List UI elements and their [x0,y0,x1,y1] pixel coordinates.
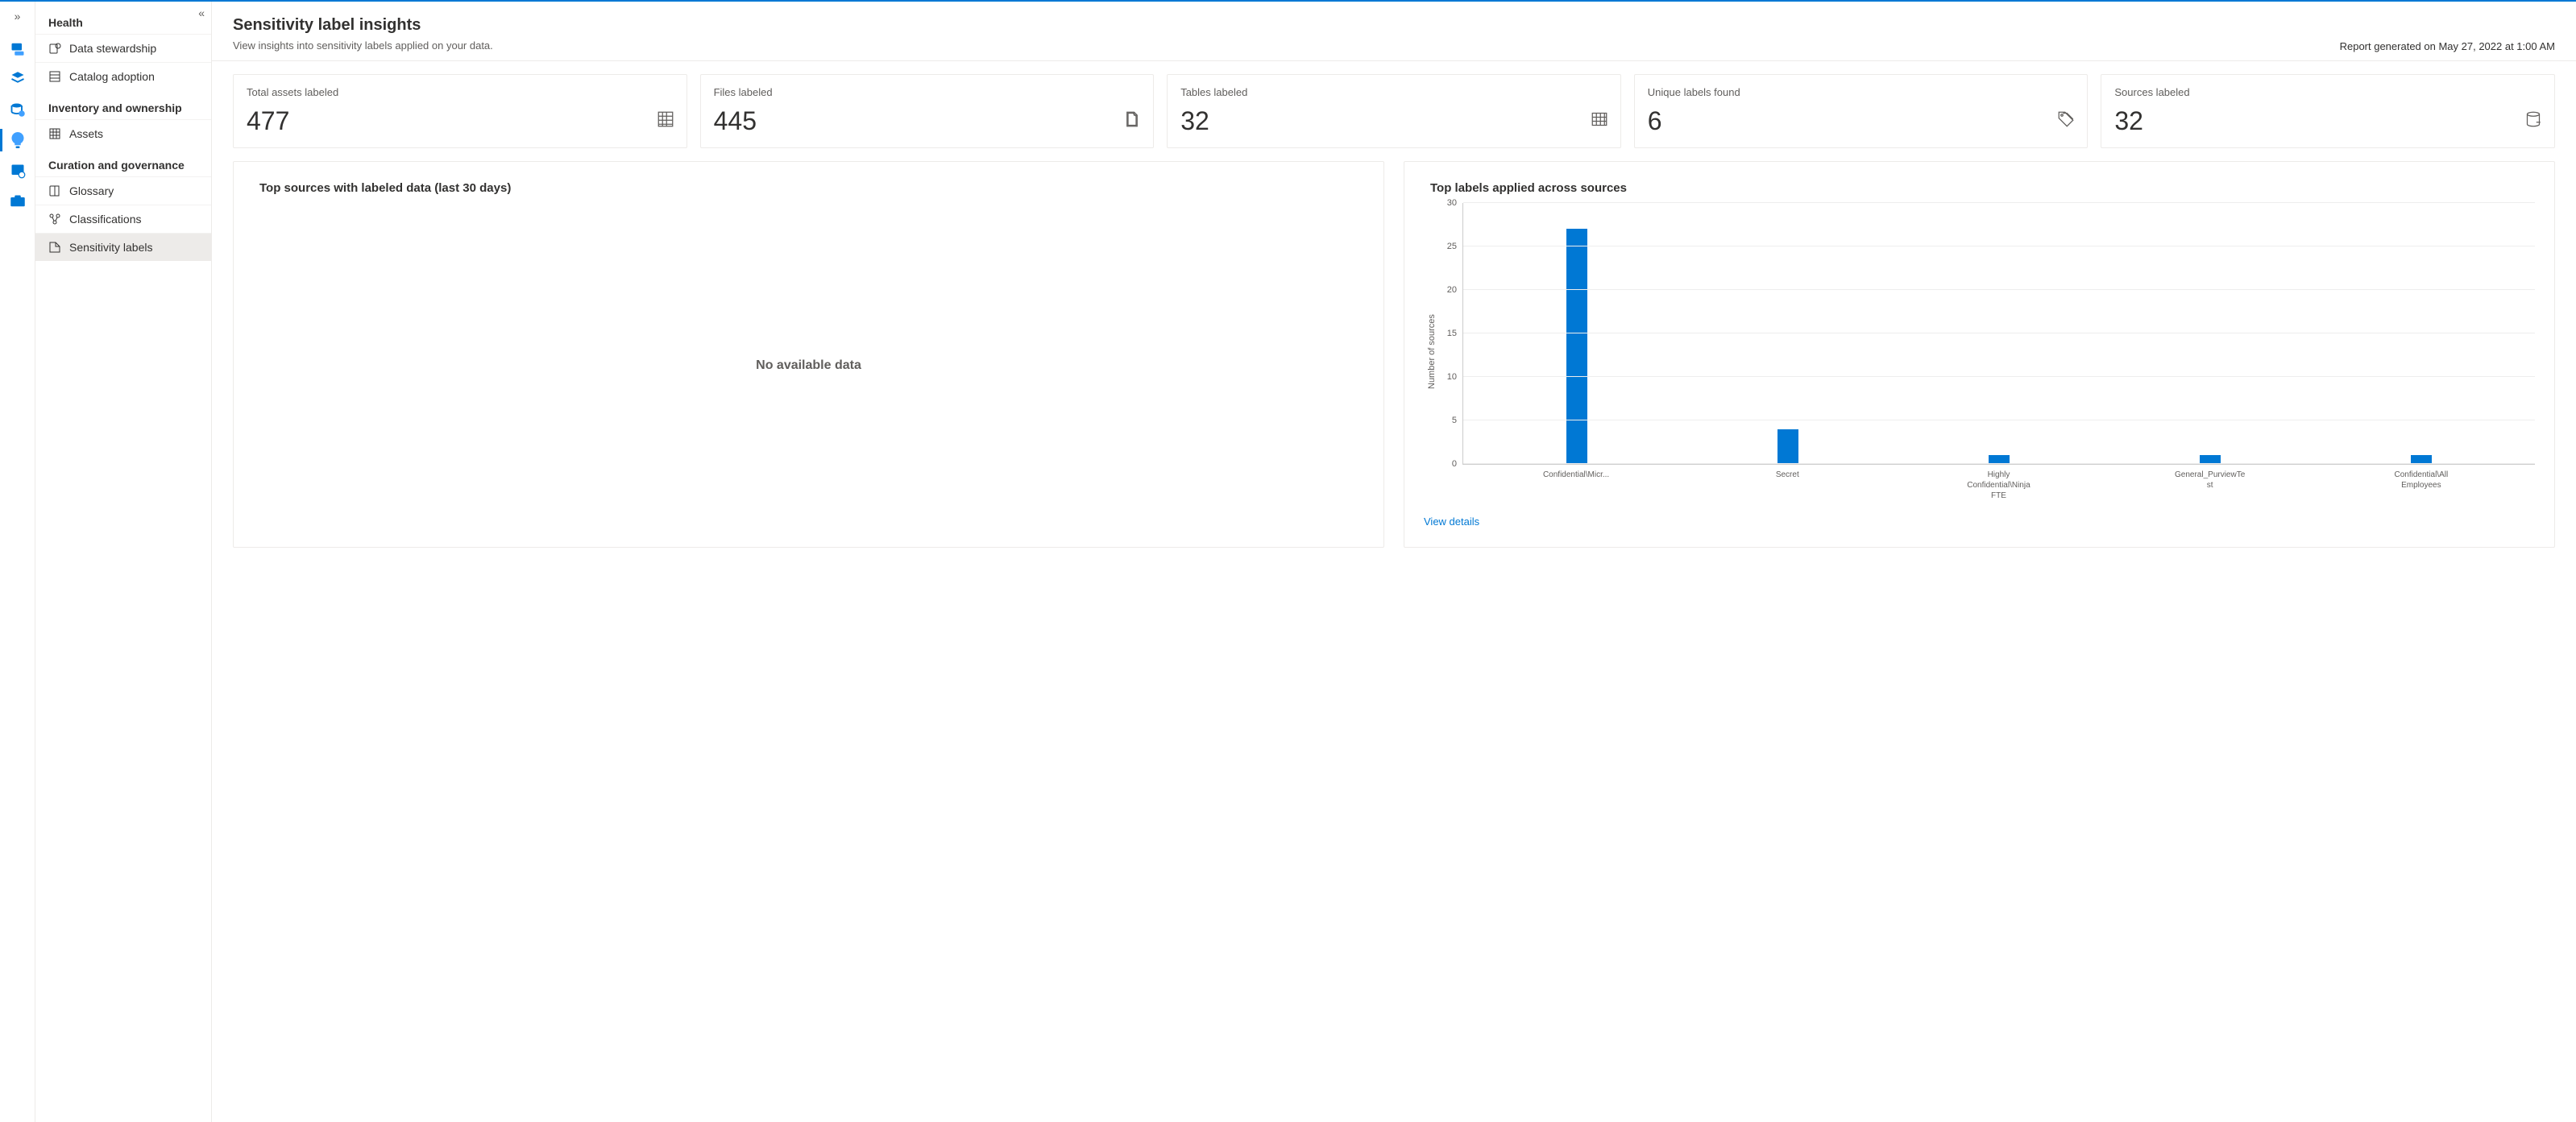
file-icon [1124,111,1140,131]
x-tick: Secret [1751,470,1823,501]
nav-label: Assets [69,127,103,140]
page-subtitle: View insights into sensitivity labels ap… [233,39,493,52]
metric-card[interactable]: Sources labeled 32 [2101,74,2555,148]
panel-top-sources: Top sources with labeled data (last 30 d… [233,161,1384,548]
card-label: Total assets labeled [247,86,674,98]
grid-icon [657,111,674,131]
metric-card[interactable]: Files labeled 445 [700,74,1155,148]
nav-item-assets[interactable]: Assets [35,119,211,147]
page-title: Sensitivity label insights [233,16,493,35]
card-value: 32 [1180,106,1209,136]
nav-label: Sensitivity labels [69,241,153,254]
card-label: Unique labels found [1648,86,2075,98]
y-tick: 5 [1452,416,1457,425]
nav-group-inventory: Inventory and ownership [35,90,211,119]
nav-label: Classifications [69,213,141,226]
nav-item-classifications[interactable]: Classifications [35,205,211,233]
nav-label: Glossary [69,184,114,197]
panel-title: Top sources with labeled data (last 30 d… [253,181,1364,195]
expand-rail-button[interactable]: » [11,6,24,26]
y-tick: 30 [1447,198,1457,208]
rail-icon-data-catalog[interactable] [10,71,26,87]
db-icon [2525,111,2541,131]
nav-group-health: Health [35,5,211,34]
table-icon [1591,111,1607,131]
nav-item-catalog-adoption[interactable]: Catalog adoption [35,62,211,90]
rail-icon-data-map[interactable] [10,40,26,56]
metric-card[interactable]: Unique labels found 6 [1634,74,2089,148]
no-data-message: No available data [253,203,1364,528]
nav-item-data-stewardship[interactable]: Data stewardship [35,34,211,62]
nav-item-glossary[interactable]: Glossary [35,176,211,205]
side-navigation: « Health Data stewardship Catalog adopti… [35,2,212,1122]
y-tick: 0 [1452,459,1457,469]
tag-icon [2058,111,2074,131]
y-tick: 10 [1447,372,1457,382]
panel-title: Top labels applied across sources [1424,181,2535,195]
x-tick: Highly Confidential\Ninja FTE [1962,470,2035,501]
icon-rail: » [0,2,35,1122]
catalog-icon [48,70,61,83]
panel-top-labels: Top labels applied across sources Number… [1404,161,2555,548]
card-value: 477 [247,106,289,136]
metric-cards-row: Total assets labeled 477 Files labeled 4… [233,74,2555,148]
y-tick: 25 [1447,242,1457,251]
card-value: 32 [2114,106,2143,136]
x-tick: General_PurviewTest [2174,470,2246,501]
glossary-icon [48,184,61,197]
report-timestamp: Report generated on May 27, 2022 at 1:00… [2340,40,2555,52]
stewardship-icon [48,42,61,55]
y-tick: 20 [1447,285,1457,295]
y-tick: 15 [1447,329,1457,338]
card-label: Sources labeled [2114,86,2541,98]
chart-bar[interactable] [1566,229,1587,464]
main-content: Sensitivity label insights View insights… [212,2,2576,1122]
card-value: 445 [714,106,757,136]
sensitivity-icon [48,241,61,254]
x-tick: Confidential\Micr... [1540,470,1612,501]
rail-icon-data-estate[interactable] [10,101,26,118]
card-label: Tables labeled [1180,86,1607,98]
rail-icon-insights[interactable] [10,132,26,148]
nav-group-curation: Curation and governance [35,147,211,176]
metric-card[interactable]: Tables labeled 32 [1167,74,1621,148]
rail-icon-policy[interactable] [10,163,26,179]
assets-icon [48,127,61,140]
classifications-icon [48,213,61,226]
nav-label: Data stewardship [69,42,156,55]
card-label: Files labeled [714,86,1141,98]
nav-label: Catalog adoption [69,70,155,83]
page-header: Sensitivity label insights View insights… [212,2,2576,61]
bar-chart: Number of sources 051015202530 Confident… [1424,203,2535,501]
chart-bar[interactable] [1777,429,1798,464]
card-value: 6 [1648,106,1662,136]
metric-card[interactable]: Total assets labeled 477 [233,74,687,148]
collapse-nav-button[interactable]: « [198,6,205,19]
nav-item-sensitivity-labels[interactable]: Sensitivity labels [35,233,211,261]
view-details-link[interactable]: View details [1424,515,2535,528]
rail-icon-management[interactable] [10,193,26,209]
x-tick: Confidential\All Employees [2385,470,2458,501]
